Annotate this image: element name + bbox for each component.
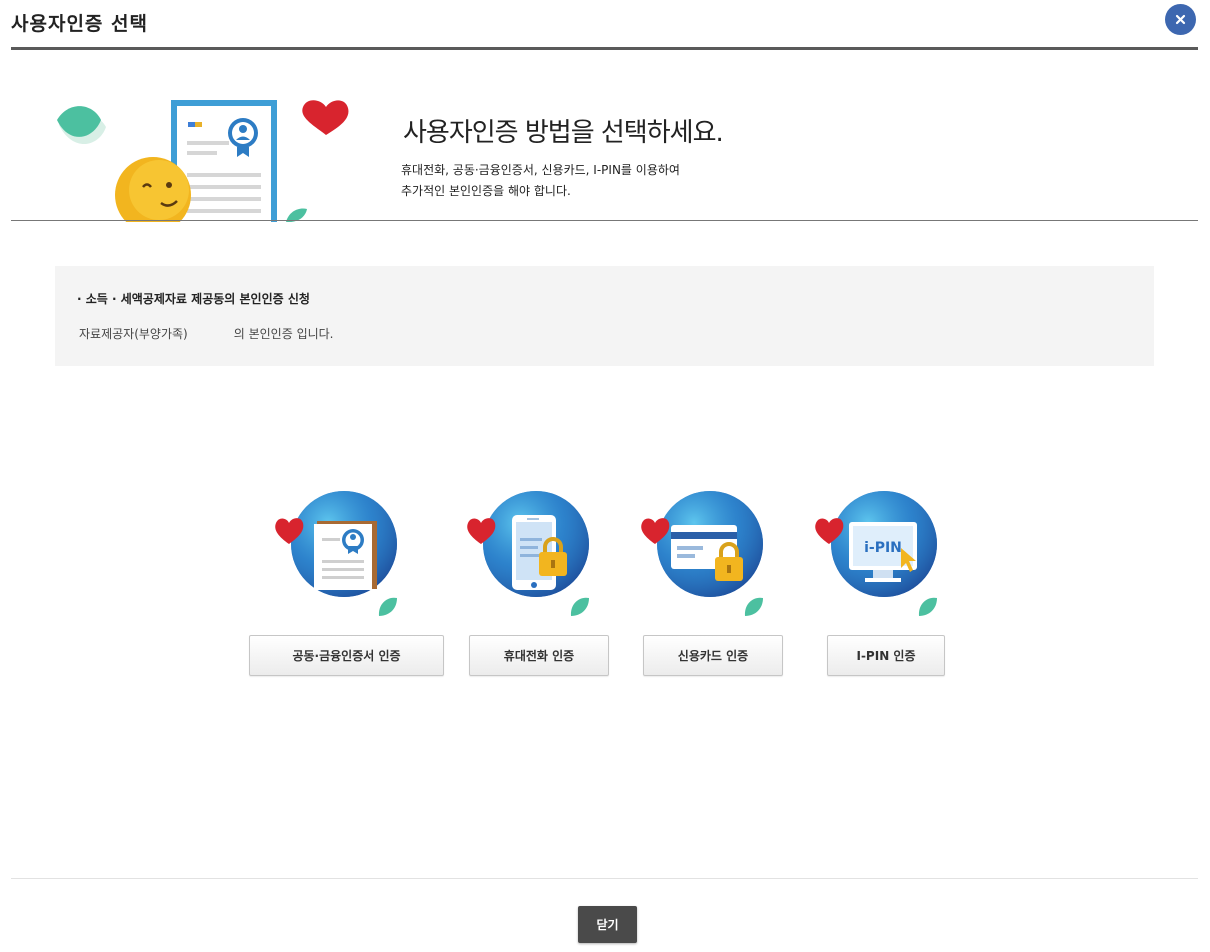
credit-card-auth-button[interactable]: 신용카드 인증 [643,635,783,676]
close-footer-button[interactable]: 닫기 [578,906,637,943]
notice-body: 자료제공자(부양가족) 의 본인인증 입니다. [79,325,334,342]
banner: 사용자인증 방법을 선택하세요. 휴대전화, 공동·금융인증서, 신용카드, I… [11,50,1198,222]
mobile-auth-button[interactable]: 휴대전화 인증 [469,635,609,676]
page-title: 사용자인증 선택 [11,13,148,35]
banner-heading: 사용자인증 방법을 선택하세요. [403,118,724,148]
banner-description: 휴대전화, 공동·금융인증서, 신용카드, I-PIN를 이용하여 추가적인 본… [401,160,680,202]
heart-icon [302,100,349,135]
certificate-icon[interactable] [273,490,423,620]
certificate-auth-button[interactable]: 공동·금융인증서 인증 [249,635,444,676]
notice-box: · 소득 · 세액공제자료 제공동의 본인인증 신청 자료제공자(부양가족) 의 … [55,266,1154,366]
notice-provider: 자료제공자(부양가족) [79,327,188,341]
notice-title: · 소득 · 세액공제자료 제공동의 본인인증 신청 [77,292,310,306]
dialog-header: 사용자인증 선택 [0,0,1210,50]
leaf-icon [57,106,106,145]
banner-divider [11,220,1198,221]
ipin-icon-text: i-PIN [864,540,902,556]
auth-select-dialog: 사용자인증 선택 사용자인증 방법을 선택하세요. 휴대전화, 공동·금융인증서… [0,0,1210,952]
mobile-phone-icon[interactable] [465,490,615,620]
close-button[interactable] [1165,4,1196,35]
close-icon [1175,14,1186,25]
banner-desc-line2: 추가적인 본인인증을 해야 합니다. [401,184,571,198]
banner-illustration [57,100,349,222]
ipin-monitor-icon[interactable]: i-PIN [813,490,963,620]
notice-suffix: 의 본인인증 입니다. [233,327,334,341]
footer-divider [11,878,1198,879]
credit-card-icon[interactable] [639,490,789,620]
banner-desc-line1: 휴대전화, 공동·금융인증서, 신용카드, I-PIN를 이용하여 [401,163,680,177]
ipin-auth-button[interactable]: I-PIN 인증 [827,635,945,676]
